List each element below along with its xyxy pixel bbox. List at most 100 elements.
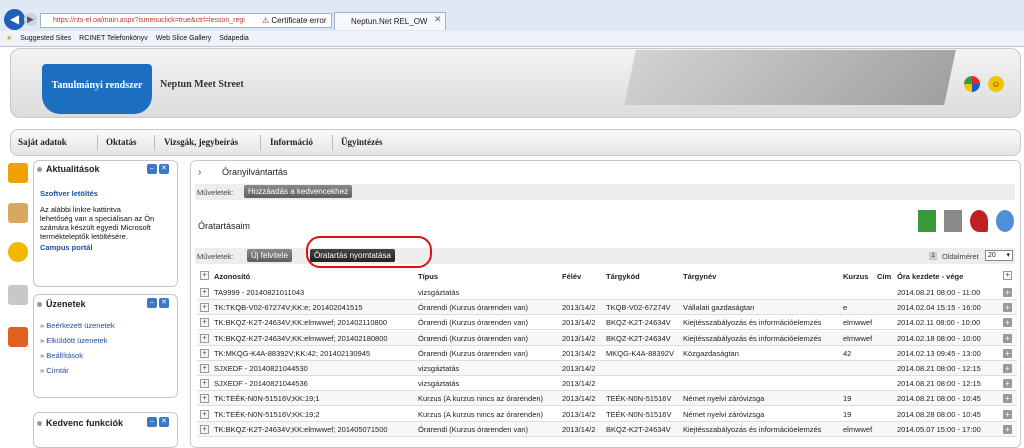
link-campus-portal[interactable]: Campus portál xyxy=(40,243,93,252)
minimize-icon[interactable]: – xyxy=(147,164,157,174)
expand-row-icon[interactable]: + xyxy=(200,303,209,313)
row-action-icon[interactable]: + xyxy=(1003,379,1012,389)
header-decoration xyxy=(624,50,956,105)
nav-ugyintezes[interactable]: Ügyintézés xyxy=(341,137,383,147)
news-text-line: termékteleptők letöltésére. xyxy=(40,232,128,241)
search-icon[interactable] xyxy=(996,210,1014,232)
nav-sajat-adatok[interactable]: Saját adatok xyxy=(18,137,67,147)
minimize-icon[interactable]: – xyxy=(147,298,157,308)
col-header-felev[interactable]: Félév xyxy=(562,272,581,281)
col-header-targykod[interactable]: Tárgykód xyxy=(606,272,640,281)
table-cell: 2013/14/2 xyxy=(562,409,596,419)
table-cell: Közgazdaságtan xyxy=(683,348,739,358)
row-action-icon[interactable]: + xyxy=(1003,394,1012,404)
close-icon[interactable]: ✕ xyxy=(434,14,442,25)
close-icon[interactable]: ✕ xyxy=(159,164,169,174)
page-number[interactable]: 1 xyxy=(929,252,937,260)
smiley-icon[interactable]: ☺ xyxy=(988,76,1004,92)
table-cell: Német nyelvi záróvizsga xyxy=(683,394,765,404)
nav-oktatas[interactable]: Oktatás xyxy=(106,137,137,147)
table-cell: Német nyelvi záróvizsga xyxy=(683,409,765,419)
col-header-kurzus[interactable]: Kurzus xyxy=(843,272,868,281)
close-icon[interactable]: ✕ xyxy=(159,298,169,308)
pagesize-select[interactable]: 20 ▾ xyxy=(985,250,1013,261)
print-icon[interactable] xyxy=(944,210,962,232)
link-elkuldott-label: Elküldött üzenetek xyxy=(46,336,108,345)
row-action-icon[interactable]: + xyxy=(1003,318,1012,328)
close-icon[interactable]: ✕ xyxy=(159,417,169,427)
minimize-icon[interactable]: – xyxy=(147,417,157,427)
expand-row-icon[interactable]: + xyxy=(200,348,209,358)
expand-row-icon[interactable]: + xyxy=(200,288,209,297)
forward-icon[interactable]: ▶ xyxy=(24,13,37,26)
favorite-suggested-sites[interactable]: Suggested Sites xyxy=(20,35,71,42)
chat-icon[interactable] xyxy=(8,327,28,347)
news-letter-icon[interactable] xyxy=(8,163,28,183)
table-cell: vizsgáztatás xyxy=(418,364,460,373)
table-cell: TK:TKQB-V02-67274V;KK:e; 201402041515 xyxy=(214,303,363,313)
expand-row-icon[interactable]: + xyxy=(200,333,209,343)
row-action-icon[interactable]: + xyxy=(1003,364,1012,373)
col-header-cim[interactable]: Cím xyxy=(877,272,891,281)
logo[interactable]: Tanulmányi rendszer xyxy=(42,64,152,114)
expand-row-icon[interactable]: + xyxy=(200,409,209,419)
certificate-error[interactable]: ⚠ Certificate error xyxy=(262,14,327,27)
link-cimtar-label: Címtár xyxy=(46,366,69,375)
favorite-web-slice-gallery[interactable]: Web Slice Gallery xyxy=(156,35,212,42)
add-to-favorites-button[interactable]: Hozzáadás a kedvencekhez xyxy=(244,185,353,198)
table-cell: Órarendi (Kurzus órarenden van) xyxy=(418,333,529,343)
pin-icon[interactable] xyxy=(970,210,988,232)
nav-informacio[interactable]: Információ xyxy=(270,137,313,147)
col-header-azonosito[interactable]: Azonosító xyxy=(214,272,250,281)
row-action-icon[interactable]: + xyxy=(1003,348,1012,358)
expand-row-icon[interactable]: + xyxy=(200,424,209,434)
expand-row-icon[interactable]: + xyxy=(200,379,209,389)
link-szoftver-letoltes[interactable]: Szoftver letöltés xyxy=(40,189,98,198)
back-icon[interactable]: ◀ xyxy=(4,9,25,30)
favorites-box-title: Kedvenc funkciók xyxy=(37,418,123,432)
link-beallitasok[interactable]: » Beállítások xyxy=(40,351,83,360)
envelope-icon[interactable] xyxy=(8,203,28,223)
table-cell: 2013/14/2 xyxy=(562,394,596,404)
nav-vizsgak[interactable]: Vizsgák, jegybeírás xyxy=(164,137,238,147)
expand-all-icon[interactable]: + xyxy=(200,271,209,280)
col-header-targynev[interactable]: Tárgynév xyxy=(683,272,716,281)
calendar-icon[interactable] xyxy=(8,285,28,305)
row-action-icon[interactable]: + xyxy=(1003,333,1012,343)
star-icon[interactable] xyxy=(8,242,28,262)
expand-row-icon[interactable]: + xyxy=(200,318,209,328)
expand-row-icon[interactable]: + xyxy=(200,364,209,373)
col-header-ora[interactable]: Óra kezdete - vége xyxy=(897,272,963,281)
browser-tab[interactable]: Neptun.Net REL_OW xyxy=(334,12,446,30)
table-cell: Kiejtésszabályozás és információelemzés xyxy=(683,318,822,328)
row-action-icon[interactable]: + xyxy=(1003,424,1012,434)
excel-export-icon[interactable] xyxy=(918,210,936,232)
table-cell: 2014.08.21 08:00 - 12:15 xyxy=(897,364,981,373)
table-cell: vizsgáztatás xyxy=(418,379,460,389)
row-action-icon[interactable]: + xyxy=(1003,303,1012,313)
link-elkuldott[interactable]: » Elküldött üzenetek xyxy=(40,336,108,345)
table-cell: elmwwef xyxy=(843,333,873,343)
chevron-right-icon: › xyxy=(198,167,202,178)
expand-row-icon[interactable]: + xyxy=(200,394,209,404)
warning-icon: ⚠ xyxy=(262,16,272,25)
link-beerkezett[interactable]: » Beérkezett üzenetek xyxy=(40,321,115,330)
table-cell: Órarendi (Kurzus órarenden van) xyxy=(418,424,529,434)
table-cell: 2014.08.21 08:00 - 10:45 xyxy=(897,394,981,404)
table-cell: Kiejtésszabályozás és információelemzés xyxy=(683,333,822,343)
nav-divider xyxy=(154,135,155,150)
row-action-icon[interactable]: + xyxy=(1003,288,1012,297)
row-action-icon[interactable]: + xyxy=(1003,409,1012,419)
favorite-sdapedia[interactable]: Sdapedia xyxy=(219,35,249,42)
col-header-tipus[interactable]: Típus xyxy=(418,272,438,281)
color-theme-icon[interactable] xyxy=(964,76,980,92)
link-cimtar[interactable]: » Címtár xyxy=(40,366,69,375)
favorite-rcinet[interactable]: RCINET Telefonkönyv xyxy=(79,35,148,42)
table-cell: TK:BKQZ-K2T-24634V;KK:elmwwef; 201405071… xyxy=(214,424,388,434)
new-entry-button[interactable]: Új felvitele xyxy=(247,249,292,262)
table-cell: TEÉK-N0N-51516V xyxy=(606,394,672,404)
table-cell: 2013/14/2 xyxy=(562,424,596,434)
column-settings-icon[interactable]: + xyxy=(1003,271,1012,280)
table-cell: 2014.08.21 08:00 - 11:00 xyxy=(897,288,981,297)
actions-label: Műveletek: xyxy=(197,252,234,261)
